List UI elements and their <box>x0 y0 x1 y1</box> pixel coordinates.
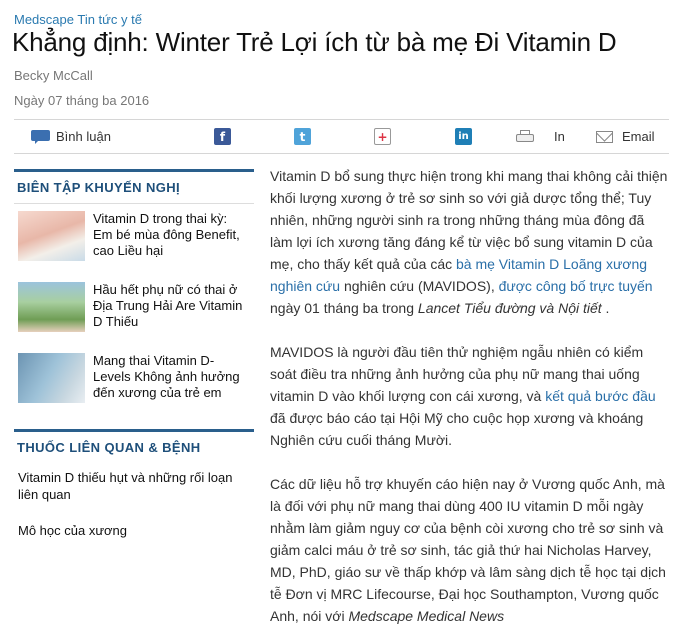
recommendation-thumbnail[interactable] <box>18 211 85 261</box>
journal-name: Lancet Tiểu đường và Nội tiết <box>417 300 602 316</box>
recommendation-item[interactable]: Vitamin D trong thai kỳ: Em bé mùa đông … <box>14 211 254 282</box>
initial-results-link[interactable]: kết quả bước đầu <box>545 388 655 404</box>
sidebar: BIÊN TẬP KHUYẾN NGHỊ Vitamin D trong tha… <box>14 169 254 539</box>
article-body: Vitamin D bổ sung thực hiện trong khi ma… <box>270 165 670 627</box>
article-paragraph: MAVIDOS là người đầu tiên thử nghiệm ngẫ… <box>270 341 670 451</box>
paragraph-text: ngày 01 tháng ba trong <box>270 300 418 316</box>
source-name: Medscape Medical News <box>348 608 505 624</box>
email-label: Email <box>622 129 655 144</box>
related-link[interactable]: Vitamin D thiếu hụt và những rối loạn li… <box>14 469 254 503</box>
recommendation-title[interactable]: Vitamin D trong thai kỳ: Em bé mùa đông … <box>93 211 248 259</box>
google-plus-icon: + <box>374 128 391 145</box>
recommendation-thumbnail[interactable] <box>18 282 85 332</box>
editor-recommendations: BIÊN TẬP KHUYẾN NGHỊ Vitamin D trong tha… <box>14 169 254 424</box>
related-link[interactable]: Mô học của xương <box>14 522 254 539</box>
recommendation-item[interactable]: Mang thai Vitamin D-Levels Không ảnh hưở… <box>14 353 254 424</box>
paragraph-text: . <box>601 300 610 316</box>
printer-icon <box>516 129 534 144</box>
share-toolbar: Bình luận f t + in In Email <box>14 119 669 154</box>
paragraph-text: Các dữ liệu hỗ trợ khuyến cáo hiện nay ở… <box>270 476 666 624</box>
facebook-share-button[interactable]: f <box>214 120 231 153</box>
linkedin-icon: in <box>455 128 472 145</box>
email-icon <box>596 130 613 143</box>
comment-icon <box>31 129 50 144</box>
twitter-icon: t <box>294 128 311 145</box>
article-title: Khẳng định: Winter Trẻ Lợi ích từ bà mẹ … <box>12 27 617 57</box>
article-paragraph: Vitamin D bổ sung thực hiện trong khi ma… <box>270 165 670 319</box>
recommendation-title[interactable]: Hầu hết phụ nữ có thai ở Địa Trung Hải A… <box>93 282 248 330</box>
facebook-icon: f <box>214 128 231 145</box>
article-paragraph: Các dữ liệu hỗ trợ khuyến cáo hiện nay ở… <box>270 473 670 627</box>
editor-recommendations-title: BIÊN TẬP KHUYẾN NGHỊ <box>14 172 254 204</box>
paragraph-text: nghiên cứu (MAVIDOS), <box>340 278 499 294</box>
related-drugs-diseases: THUỐC LIÊN QUAN & BỆNH Vitamin D thiếu h… <box>14 429 254 539</box>
recommendation-title[interactable]: Mang thai Vitamin D-Levels Không ảnh hưở… <box>93 353 248 401</box>
publish-date: Ngày 07 tháng ba 2016 <box>14 93 150 108</box>
author-name[interactable]: Becky McCall <box>14 68 93 83</box>
comment-button[interactable]: Bình luận <box>31 120 111 153</box>
print-label: In <box>554 129 565 144</box>
twitter-share-button[interactable]: t <box>294 120 311 153</box>
google-plus-share-button[interactable]: + <box>374 120 391 153</box>
paragraph-text: đã được báo cáo tại Hội Mỹ cho cuộc họp … <box>270 410 644 448</box>
section-kicker-link[interactable]: Medscape Tin tức y tế <box>14 12 142 27</box>
comment-label: Bình luận <box>56 129 111 144</box>
print-button[interactable]: In <box>516 120 565 153</box>
email-button[interactable]: Email <box>596 120 655 153</box>
published-online-link[interactable]: được công bố trực tuyến <box>499 278 653 294</box>
recommendation-item[interactable]: Hầu hết phụ nữ có thai ở Địa Trung Hải A… <box>14 282 254 353</box>
linkedin-share-button[interactable]: in <box>455 120 472 153</box>
related-title: THUỐC LIÊN QUAN & BỆNH <box>17 440 201 455</box>
recommendation-thumbnail[interactable] <box>18 353 85 403</box>
